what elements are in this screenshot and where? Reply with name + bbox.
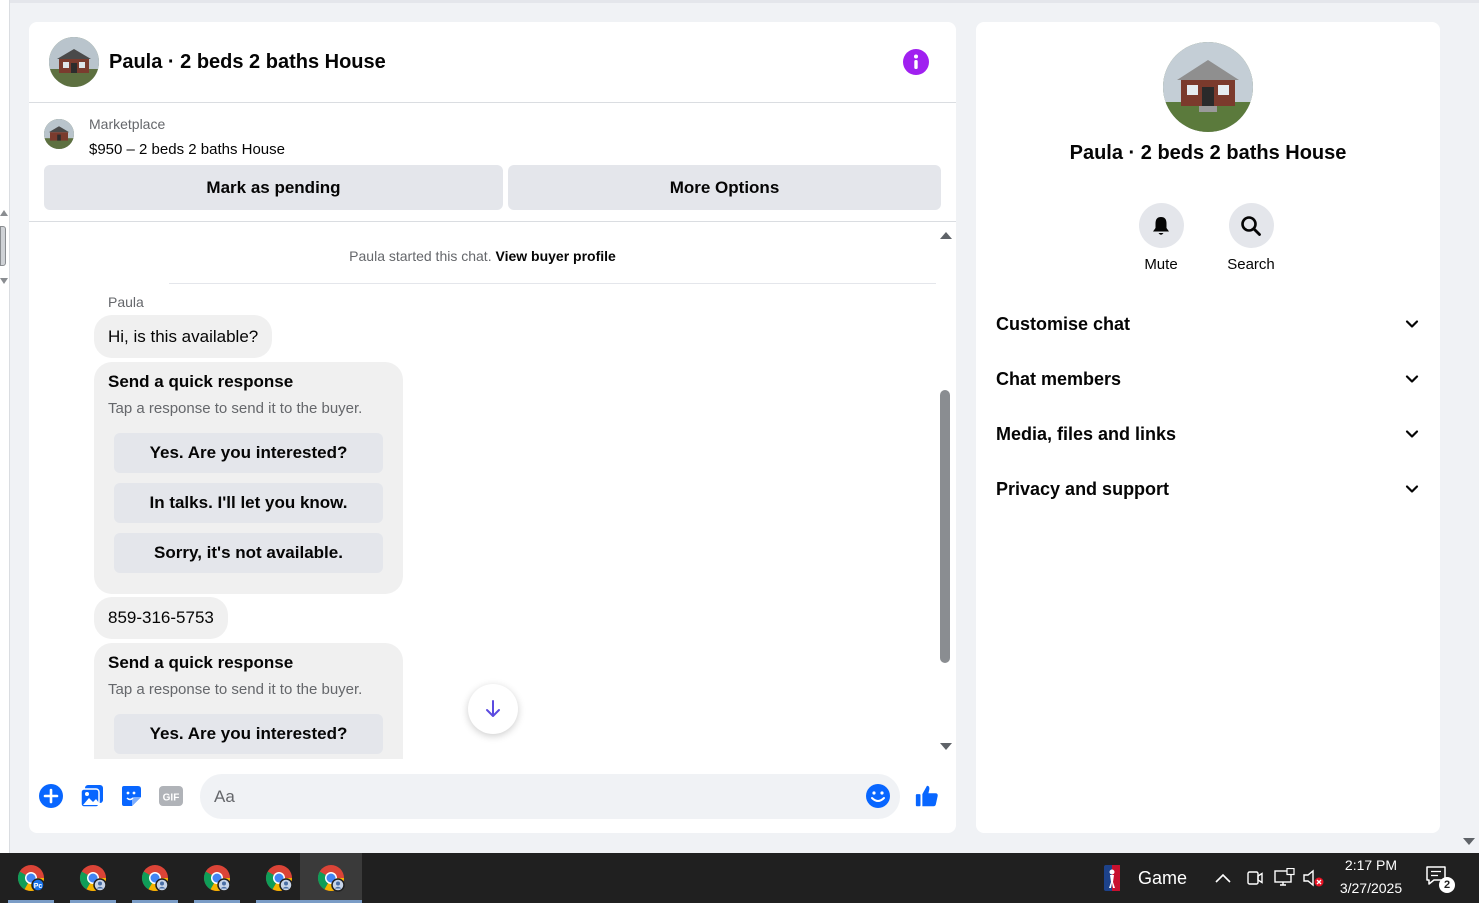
sender-name: Paula bbox=[108, 294, 144, 310]
taskbar-app-chrome-profile-4[interactable] bbox=[186, 853, 248, 903]
chat-info-panel: Paula · 2 beds 2 baths House Mute Search… bbox=[976, 22, 1440, 833]
chrome-icon bbox=[141, 865, 169, 892]
clock-time[interactable]: 2:17 PM bbox=[1340, 857, 1402, 873]
message-bubble-phone: 859-316-5753 bbox=[94, 597, 228, 639]
network-icon[interactable] bbox=[1272, 868, 1296, 888]
message-bubble: Hi, is this available? bbox=[94, 315, 273, 358]
listing-bar: Marketplace $950 – 2 beds 2 baths House … bbox=[29, 104, 956, 222]
photo-icon[interactable] bbox=[79, 783, 105, 809]
customise-chat-section[interactable]: Customise chat bbox=[996, 302, 1420, 346]
mark-pending-button[interactable]: Mark as pending bbox=[44, 165, 503, 210]
house-photo-icon bbox=[1163, 42, 1253, 132]
taskbar-app-chrome-profile-3[interactable] bbox=[124, 853, 186, 903]
thumbs-up-icon[interactable] bbox=[914, 783, 940, 809]
nba-logo-icon[interactable] bbox=[1104, 865, 1120, 891]
scrollbar-thumb[interactable] bbox=[940, 390, 950, 663]
listing-title[interactable]: $950 – 2 beds 2 baths House bbox=[89, 141, 285, 158]
gif-icon[interactable]: GIF bbox=[158, 783, 184, 809]
chevron-up-icon[interactable] bbox=[1212, 868, 1234, 888]
mute-label: Mute bbox=[1144, 256, 1178, 273]
chevron-down-icon bbox=[1405, 430, 1419, 438]
more-options-button[interactable]: More Options bbox=[508, 165, 941, 210]
quick-response-not-available-button[interactable]: Sorry, it's not available. bbox=[114, 533, 383, 573]
quick-response-subtitle: Tap a response to send it to the buyer. bbox=[108, 400, 363, 417]
search-button[interactable]: Search bbox=[1216, 203, 1286, 273]
chat-panel: Paula · 2 beds 2 baths House Marketplace… bbox=[29, 22, 956, 833]
notification-center-button[interactable]: 2 bbox=[1424, 865, 1460, 895]
widget-label[interactable]: Game bbox=[1138, 868, 1187, 889]
info-icon[interactable] bbox=[903, 49, 929, 75]
chevron-down-icon bbox=[1405, 320, 1419, 328]
quick-response-subtitle: Tap a response to send it to the buyer. bbox=[108, 681, 363, 698]
chat-title: Paula · 2 beds 2 baths House bbox=[109, 51, 386, 73]
jump-to-latest-button[interactable] bbox=[468, 684, 518, 734]
chrome-icon bbox=[203, 865, 231, 892]
left-scroll-up-icon[interactable] bbox=[0, 210, 8, 216]
window-top-border bbox=[0, 0, 1479, 3]
section-label: Customise chat bbox=[996, 313, 1131, 334]
quick-response-title: Send a quick response bbox=[108, 653, 294, 672]
quick-response-card: Send a quick response Tap a response to … bbox=[94, 643, 403, 759]
scroll-down-icon[interactable] bbox=[940, 743, 952, 750]
media-files-links-section[interactable]: Media, files and links bbox=[996, 412, 1420, 456]
scroll-up-icon[interactable] bbox=[940, 232, 952, 239]
profile-title: Paula · 2 beds 2 baths House bbox=[1069, 142, 1347, 164]
quick-response-in-talks-button[interactable]: In talks. I'll let you know. bbox=[114, 483, 383, 523]
message-scrollbar[interactable] bbox=[937, 232, 952, 759]
message-list: Paula started this chat. View buyer prof… bbox=[29, 232, 956, 759]
message-input[interactable] bbox=[200, 774, 900, 819]
volume-muted-icon[interactable] bbox=[1302, 868, 1326, 888]
view-buyer-profile-link[interactable]: View buyer profile bbox=[495, 248, 615, 264]
chrome-icon bbox=[79, 865, 107, 892]
page-scroll-down-icon[interactable] bbox=[1463, 838, 1475, 845]
chat-header: Paula · 2 beds 2 baths House bbox=[29, 22, 956, 103]
clock-date[interactable]: 3/27/2025 bbox=[1334, 880, 1408, 896]
svg-text:GIF: GIF bbox=[163, 793, 180, 804]
search-label: Search bbox=[1227, 256, 1275, 273]
left-edge-handle[interactable] bbox=[0, 226, 6, 266]
bell-icon bbox=[1138, 203, 1184, 248]
listing-source: Marketplace bbox=[89, 116, 166, 132]
chat-started-notice: Paula started this chat. View buyer prof… bbox=[29, 248, 936, 264]
sticker-icon[interactable] bbox=[118, 783, 144, 809]
section-label: Privacy and support bbox=[996, 478, 1170, 499]
house-photo-icon bbox=[49, 37, 99, 87]
camera-icon[interactable] bbox=[1244, 868, 1266, 888]
mute-button[interactable]: Mute bbox=[1126, 203, 1196, 273]
chrome-icon bbox=[265, 865, 293, 892]
search-icon bbox=[1228, 203, 1274, 248]
left-edge-panel bbox=[0, 0, 10, 853]
notification-count-badge: 2 bbox=[1439, 877, 1455, 893]
quick-response-yes-button[interactable]: Yes. Are you interested? bbox=[114, 714, 383, 754]
taskbar-app-chrome-profile-6[interactable] bbox=[300, 853, 362, 903]
taskbar-app-chrome-profile-2[interactable] bbox=[62, 853, 124, 903]
svg-text:Pc: Pc bbox=[34, 883, 43, 890]
listing-thumbnail[interactable] bbox=[44, 119, 74, 149]
divider bbox=[169, 283, 936, 284]
chat-started-text: Paula started this chat. bbox=[349, 248, 492, 264]
privacy-support-section[interactable]: Privacy and support bbox=[996, 467, 1420, 511]
section-label: Media, files and links bbox=[996, 423, 1177, 444]
emoji-icon[interactable] bbox=[865, 783, 891, 809]
house-photo-icon bbox=[44, 119, 74, 149]
profile-avatar[interactable] bbox=[1163, 42, 1253, 132]
section-label: Chat members bbox=[996, 368, 1122, 389]
left-scroll-down-icon[interactable] bbox=[0, 278, 8, 284]
quick-response-title: Send a quick response bbox=[108, 372, 294, 391]
windows-taskbar: Pc Game 2:17 PM 3/27/2025 2 bbox=[0, 853, 1479, 903]
chat-members-section[interactable]: Chat members bbox=[996, 357, 1420, 401]
chat-avatar[interactable] bbox=[49, 37, 99, 87]
message-composer: GIF bbox=[29, 763, 956, 833]
chrome-icon: Pc bbox=[17, 865, 45, 892]
quick-response-card: Send a quick response Tap a response to … bbox=[94, 362, 403, 594]
chevron-down-icon bbox=[1405, 375, 1419, 383]
chevron-down-icon bbox=[1405, 485, 1419, 493]
taskbar-app-chrome-profile-1[interactable]: Pc bbox=[0, 853, 62, 903]
plus-icon[interactable] bbox=[38, 783, 64, 809]
chrome-icon bbox=[317, 865, 345, 892]
quick-response-yes-button[interactable]: Yes. Are you interested? bbox=[114, 433, 383, 473]
arrow-down-icon bbox=[486, 700, 500, 717]
